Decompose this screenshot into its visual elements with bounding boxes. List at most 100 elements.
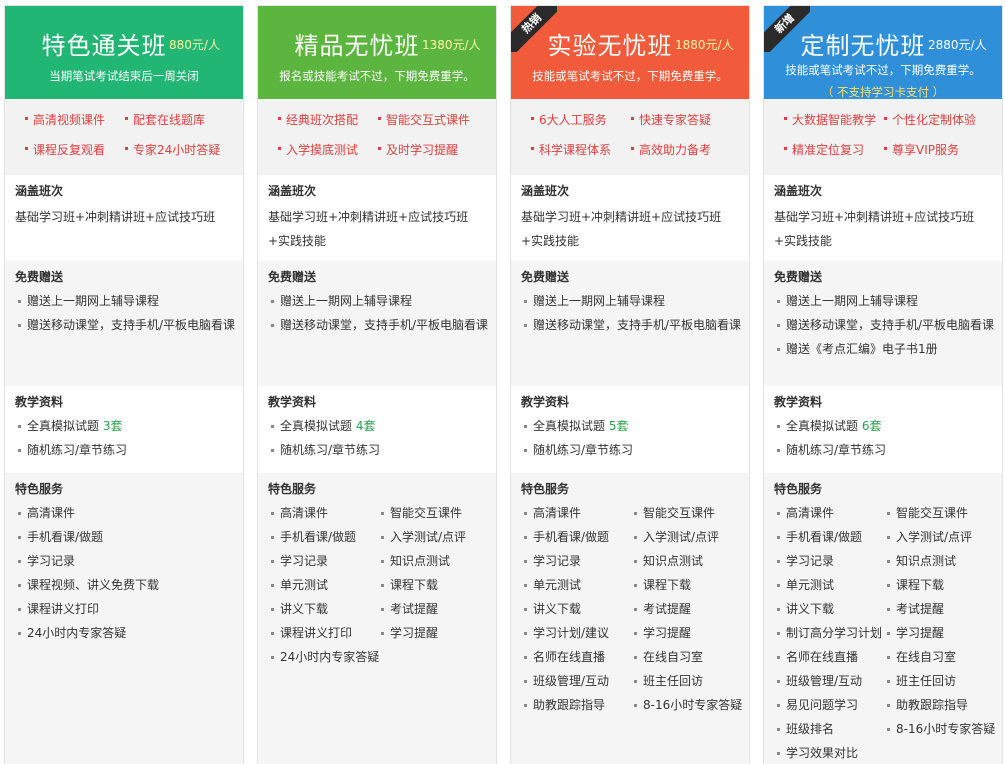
section-materials: 教学资料 全真模拟试题 5套 随机练习/章节练习 xyxy=(511,386,749,473)
service-item: 班级排名 xyxy=(774,719,834,743)
covered-classes-text: 基础学习班+冲刺精讲班+应试技巧班 xyxy=(15,210,216,224)
feature-item: 大数据智能教学 xyxy=(783,113,877,127)
section-title: 免费赠送 xyxy=(774,270,823,284)
section-services: 特色服务 高清课件 手机看课/做题 学习记录 单元测试 讲义下载 课程讲义打印 24小时内专家… xyxy=(258,473,496,764)
service-item: 入学测试/点评 xyxy=(884,527,972,551)
service-item: 课程下载 xyxy=(378,575,438,599)
section-covered-classes: 涵盖班次基础学习班+冲刺精讲班+应试技巧班+实践技能 xyxy=(258,175,496,261)
feature-item: 及时学习提醒 xyxy=(377,143,459,157)
service-item: 24小时内专家答疑 xyxy=(268,647,379,671)
plan-subtitle: 技能或笔试考试不过，下期免费重学。 xyxy=(532,69,728,83)
service-item: 易见问题学习 xyxy=(774,695,858,719)
plan-name: 特色通关班 xyxy=(41,32,167,60)
service-item: 手机看课/做题 xyxy=(15,527,103,551)
section-title: 教学资料 xyxy=(521,395,570,409)
feature-item: 6大人工服务 xyxy=(531,113,607,127)
ribbon-label: 新增 xyxy=(764,6,810,52)
material-item: 随机练习/章节练习 xyxy=(521,440,749,464)
service-item: 单元测试 xyxy=(774,575,834,599)
section-title: 特色服务 xyxy=(15,482,64,496)
service-item: 知识点测试 xyxy=(884,551,956,575)
section-title: 涵盖班次 xyxy=(774,184,823,198)
service-item: 讲义下载 xyxy=(521,599,581,623)
section-title: 教学资料 xyxy=(15,395,64,409)
plan-price: 2880元/人 xyxy=(928,38,987,52)
service-item: 手机看课/做题 xyxy=(268,527,356,551)
service-item: 学习记录 xyxy=(268,551,328,575)
corner-ribbon: 热销 xyxy=(511,6,557,52)
plan-price: 880元/人 xyxy=(169,38,220,52)
service-item: 入学测试/点评 xyxy=(631,527,719,551)
service-item: 班主任回访 xyxy=(884,671,956,695)
feature-highlights: 6大人工服务 快速专家答疑 科学课程体系 高效助力备考 xyxy=(511,99,749,175)
section-materials: 教学资料 全真模拟试题 6套 随机练习/章节练习 xyxy=(764,386,1002,473)
feature-item: 高清视频课件 xyxy=(24,113,106,127)
plan-price: 1880元/人 xyxy=(675,38,734,52)
section-title: 涵盖班次 xyxy=(268,184,317,198)
material-label: 全真模拟试题 xyxy=(786,419,862,433)
mock-exam-count: 4套 xyxy=(355,419,376,433)
section-title: 特色服务 xyxy=(774,482,823,496)
service-item: 高清课件 xyxy=(15,503,75,527)
service-item: 考试提醒 xyxy=(631,599,691,623)
plan-subtitle: 报名或技能考试不过，下期免费重学。 xyxy=(279,69,475,83)
service-item: 智能交互课件 xyxy=(378,503,462,527)
service-item: 学习提醒 xyxy=(884,623,944,647)
plan-card[interactable]: 定制无忧班 2880元/人 技能或笔试考试不过，下期免费重学。（ 不支持学习卡支付 … xyxy=(763,5,1003,764)
plan-card[interactable]: 特色通关班 880元/人 当期笔试考试结束后一周关闭 高清视频课件 配套在线题库 课程反复… xyxy=(4,5,244,764)
service-item: 知识点测试 xyxy=(631,551,703,575)
plan-header: 实验无忧班 1880元/人技能或笔试考试不过，下期免费重学。 热销 xyxy=(511,6,749,108)
gift-item: 赠送移动课堂，支持手机/平板电脑看课 xyxy=(774,315,1002,339)
service-item: 考试提醒 xyxy=(884,599,944,623)
section-materials: 教学资料 全真模拟试题 3套 随机练习/章节练习 xyxy=(5,386,243,473)
feature-item: 入学摸底测试 xyxy=(277,143,359,157)
plan-header: 特色通关班 880元/人 当期笔试考试结束后一周关闭 xyxy=(5,6,243,108)
feature-highlights: 大数据智能教学 个性化定制体验 精准定位复习 尊享VIP服务 xyxy=(764,99,1002,175)
service-item: 课程讲义打印 xyxy=(15,599,99,623)
plan-header: 定制无忧班 2880元/人 技能或笔试考试不过，下期免费重学。（ 不支持学习卡支付 … xyxy=(764,6,1002,108)
covered-classes-text: 基础学习班+冲刺精讲班+应试技巧班+实践技能 xyxy=(268,210,469,248)
service-item: 知识点测试 xyxy=(378,551,450,575)
plan-card[interactable]: 精品无忧班 1380元/人 报名或技能考试不过，下期免费重学。 经典班次搭配 智能交互式… xyxy=(257,5,497,764)
section-covered-classes: 涵盖班次 基础学习班+冲刺精讲班+应试技巧班+实践技能 xyxy=(511,175,749,261)
service-item: 学习效果对比 xyxy=(774,743,858,764)
service-item: 高清课件 xyxy=(521,503,581,527)
section-free-gifts: 免费赠送 赠送上一期网上辅导课程 赠送移动课堂，支持手机/平板电脑看课 xyxy=(5,261,243,386)
section-title: 教学资料 xyxy=(268,395,317,409)
service-item: 助教跟踪指导 xyxy=(884,695,968,719)
material-label: 全真模拟试题 xyxy=(27,419,103,433)
gift-item: 赠送上一期网上辅导课程 xyxy=(774,291,1002,315)
service-item: 学习记录 xyxy=(521,551,581,575)
feature-highlights: 经典班次搭配 智能交互式课件 入学摸底测试 及时学习提醒 xyxy=(258,99,496,175)
service-item: 班级管理/互动 xyxy=(521,671,609,695)
section-services: 特色服务 高清课件 手机看课/做题 学习记录 课程视频、讲义免费下载 课程讲义打印 24小时… xyxy=(5,473,243,764)
gift-item: 赠送《考点汇编》电子书1册 xyxy=(774,339,1002,363)
feature-item: 科学课程体系 xyxy=(530,143,612,157)
mock-exam-count: 6套 xyxy=(861,419,882,433)
section-free-gifts: 免费赠送 赠送上一期网上辅导课程 赠送移动课堂，支持手机/平板电脑看课 xyxy=(511,261,749,386)
section-title: 涵盖班次 xyxy=(521,184,570,198)
service-item: 名师在线直播 xyxy=(521,647,605,671)
feature-item: 快速专家答疑 xyxy=(630,113,712,127)
section-free-gifts: 免费赠送赠送上一期网上辅导课程 赠送移动课堂，支持手机/平板电脑看课 赠送《考点汇编… xyxy=(764,261,1002,386)
service-item: 24小时内专家答疑 xyxy=(15,623,126,647)
feature-item: 配套在线题库 xyxy=(124,113,206,127)
material-item: 随机练习/章节练习 xyxy=(268,440,496,464)
service-item: 在线自习室 xyxy=(884,647,956,671)
service-item: 高清课件 xyxy=(774,503,834,527)
plan-name: 实验无忧班 xyxy=(547,32,673,60)
plan-name: 定制无忧班 xyxy=(800,32,926,60)
service-item: 单元测试 xyxy=(521,575,581,599)
service-item: 考试提醒 xyxy=(378,599,438,623)
service-item: 学习提醒 xyxy=(378,623,438,647)
section-covered-classes: 涵盖班次 基础学习班+冲刺精讲班+应试技巧班+实践技能 xyxy=(764,175,1002,261)
service-item: 课程视频、讲义免费下载 xyxy=(15,575,159,599)
plan-card[interactable]: 实验无忧班 1880元/人技能或笔试考试不过，下期免费重学。 热销 6大人工服务 快速专… xyxy=(510,5,750,764)
section-title: 特色服务 xyxy=(521,482,570,496)
section-title: 免费赠送 xyxy=(521,270,570,284)
service-item: 名师在线直播 xyxy=(774,647,858,671)
plan-subtitle: 技能或笔试考试不过，下期免费重学。 xyxy=(785,63,981,77)
material-label: 全真模拟试题 xyxy=(533,419,609,433)
service-item: 助教跟踪指导 xyxy=(521,695,605,719)
corner-ribbon: 新增 xyxy=(764,6,810,52)
